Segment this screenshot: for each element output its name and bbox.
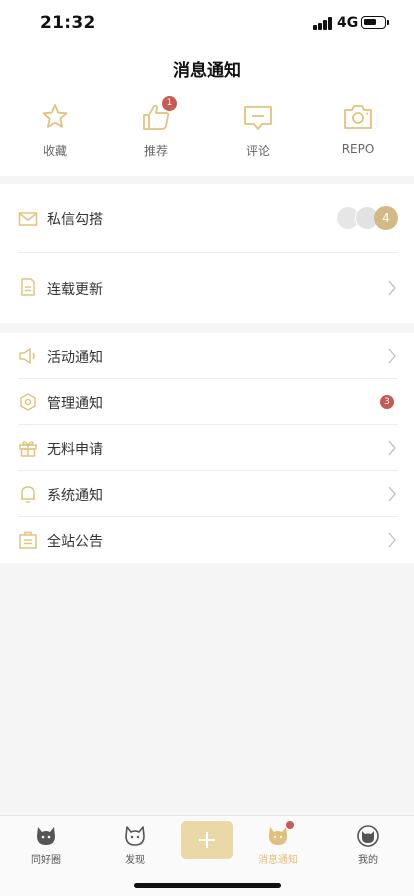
announcement-icon [18,530,38,550]
page-title: 消息通知 [173,61,241,81]
tab-label: 消息通知 [258,855,298,866]
signal-icon [313,17,333,30]
list-item-activity[interactable]: 活动通知 [18,333,398,379]
status-bar: 21:32 4G [0,0,414,46]
chevron-right-icon [388,440,396,456]
list-item-label: 管理通知 [47,396,103,412]
tab-messages[interactable]: 消息通知 [243,821,313,866]
list-item-announcement[interactable]: 全站公告 [18,517,398,563]
tab-label: 我的 [358,855,378,866]
bell-icon [18,484,38,504]
quick-action-favorites[interactable]: 收藏 [15,100,95,159]
quick-action-comments[interactable]: 评论 [218,100,298,159]
tab-circle[interactable]: 同好圈 [11,824,81,866]
recommend-badge: 1 [162,96,177,111]
gift-icon [18,438,38,458]
quick-action-label: REPO [341,142,375,156]
avatar-stack: 4 [336,206,398,230]
list-item-private-messages[interactable]: 私信勾搭 4 [18,184,398,253]
tab-discover[interactable]: 发现 [100,824,170,866]
chevron-right-icon [388,280,396,296]
section-notifications: 活动通知 管理通知 3 无料申请 系统通知 全站公告 [0,333,414,563]
quick-action-label: 推荐 [143,144,168,158]
top-panel: 21:32 4G 消息通知 收藏 1 推荐 评论 REPO [0,0,414,176]
list-item-free-request[interactable]: 无料申请 [18,425,398,471]
camera-icon [341,100,375,134]
document-icon [18,277,38,297]
circle-cat-icon [34,824,58,848]
quick-action-label: 评论 [245,144,270,158]
chevron-right-icon [388,486,396,502]
thumbs-up-icon: 1 [139,96,177,134]
profile-cat-icon [356,824,380,848]
list-item-serial-updates[interactable]: 连载更新 [18,253,398,323]
add-post-button[interactable] [181,821,233,859]
quick-action-recommend[interactable]: 1 推荐 [116,96,196,159]
network-type: 4G [337,15,359,31]
list-item-system[interactable]: 系统通知 [18,471,398,517]
chevron-right-icon [388,348,396,364]
speaker-icon [18,346,38,366]
tab-label: 同好圈 [31,855,61,866]
list-item-label: 系统通知 [47,488,103,504]
quick-action-label: 收藏 [42,144,67,158]
comment-icon [241,100,275,134]
hexagon-icon [18,392,38,412]
chevron-right-icon [388,532,396,548]
star-icon [38,100,72,134]
message-cat-icon [266,821,294,848]
message-count-badge: 4 [374,206,398,230]
admin-count-badge: 3 [380,395,394,409]
list-item-label: 连载更新 [47,282,103,298]
list-item-label: 无料申请 [47,442,103,458]
home-indicator [134,883,281,888]
list-item-label: 私信勾搭 [47,212,103,228]
unread-dot [286,821,294,829]
tab-profile[interactable]: 我的 [333,824,403,866]
status-time: 21:32 [40,13,96,33]
battery-icon [361,16,389,29]
discover-cat-icon [123,824,147,848]
section-messages: 私信勾搭 4 连载更新 [0,184,414,323]
list-item-label: 活动通知 [47,350,103,366]
mail-icon [18,209,38,229]
list-item-admin[interactable]: 管理通知 3 [18,379,398,425]
tab-label: 发现 [125,855,145,866]
list-item-label: 全站公告 [47,534,103,550]
quick-action-repo[interactable]: REPO [318,100,398,156]
